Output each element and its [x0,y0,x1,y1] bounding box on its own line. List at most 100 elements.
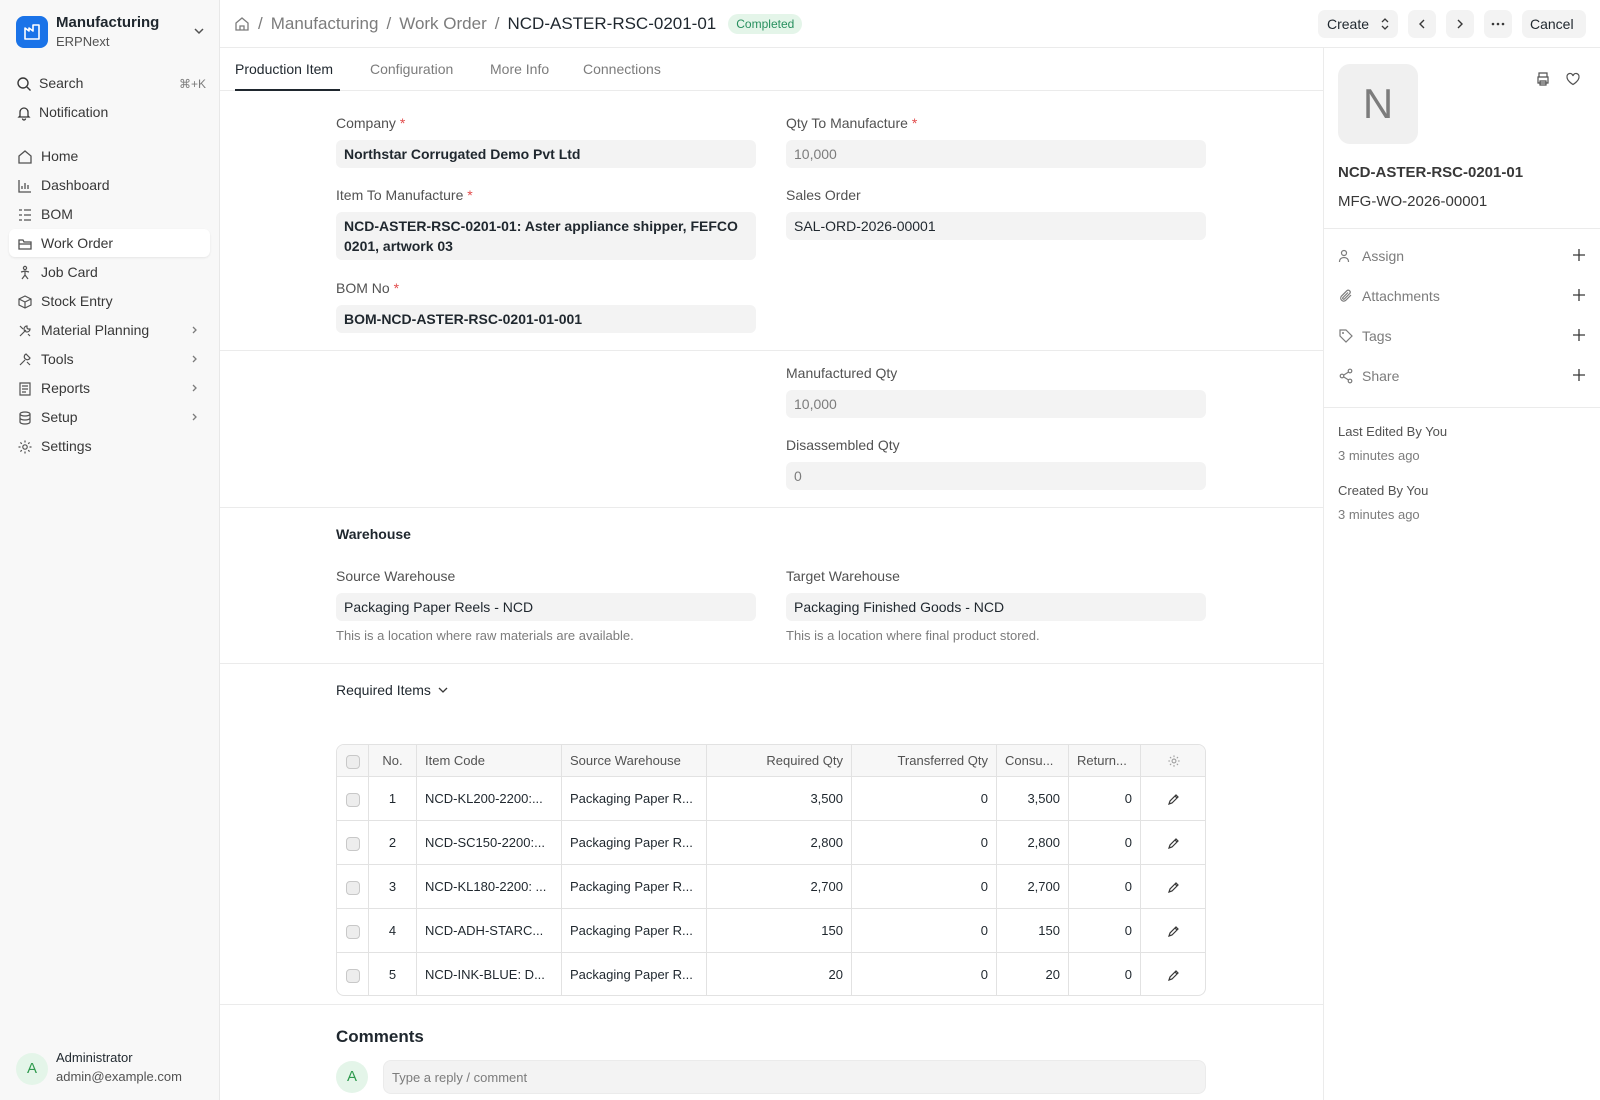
table-row[interactable]: 4 NCD-ADH-STARC... Packaging Paper R... … [337,909,1205,953]
plus-icon[interactable] [1572,248,1586,262]
column-header: Return... [1069,745,1141,776]
notification-button[interactable]: Notification [16,102,206,124]
cancel-button[interactable]: Cancel [1522,10,1586,38]
share-action[interactable]: Share [1338,365,1586,387]
select-all-checkbox[interactable] [337,745,369,776]
page-title: NCD-ASTER-RSC-0201-01 [507,14,717,33]
column-header: Item Code [417,745,562,776]
more-actions-button[interactable] [1484,10,1512,38]
user-menu[interactable]: A Administrator admin@example.com [16,1050,206,1090]
item-code-cell[interactable]: NCD-ADH-STARC... [417,909,562,952]
source-warehouse-cell[interactable]: Packaging Paper R... [562,777,707,820]
consumed-qty-cell: 20 [997,953,1069,995]
source-warehouse-cell[interactable]: Packaging Paper R... [562,909,707,952]
bom-no-field[interactable]: BOM-NCD-ASTER-RSC-0201-01-001 [336,305,756,333]
sidebar-item-setup[interactable]: Setup [9,403,210,431]
attachments-action[interactable]: Attachments [1338,285,1586,307]
heart-icon[interactable] [1565,71,1581,87]
table-row[interactable]: 1 NCD-KL200-2200:... Packaging Paper R..… [337,777,1205,821]
sidebar-item-material-planning[interactable]: Material Planning [9,316,210,344]
target-warehouse-field[interactable]: Packaging Finished Goods - NCD [786,593,1206,621]
plus-icon[interactable] [1572,368,1586,382]
breadcrumb-work-order[interactable]: Work Order [399,14,487,34]
source-warehouse-field[interactable]: Packaging Paper Reels - NCD [336,593,756,621]
source-warehouse-cell[interactable]: Packaging Paper R... [562,953,707,995]
pencil-icon [1168,837,1179,849]
transferred-qty-cell: 0 [852,953,997,995]
company-label: Company * [336,115,406,131]
target-warehouse-label: Target Warehouse [786,568,900,584]
tab-more-info[interactable]: More Info [490,61,549,77]
breadcrumb-manufacturing[interactable]: Manufacturing [271,14,379,34]
edit-row-button[interactable] [1141,953,1205,995]
sidebar-item-settings[interactable]: Settings [9,432,210,460]
sales-order-field[interactable]: SAL-ORD-2026-00001 [786,212,1206,240]
tab-configuration[interactable]: Configuration [370,61,453,77]
document-name: MFG-WO-2026-00001 [1338,193,1488,210]
breadcrumb-separator: / [494,14,500,33]
source-warehouse-cell[interactable]: Packaging Paper R... [562,865,707,908]
table-row[interactable]: 2 NCD-SC150-2200:... Packaging Paper R..… [337,821,1205,865]
required-qty-cell[interactable]: 150 [707,909,852,952]
company-field[interactable]: Northstar Corrugated Demo Pvt Ltd [336,140,756,168]
sidebar-item-label: Stock Entry [41,293,113,309]
sidebar-item-job-card[interactable]: Job Card [9,258,210,286]
tags-action[interactable]: Tags [1338,325,1586,347]
document-avatar: N [1338,64,1418,144]
row-checkbox[interactable] [337,909,369,952]
source-warehouse-cell[interactable]: Packaging Paper R... [562,821,707,864]
edit-row-button[interactable] [1141,865,1205,908]
comment-input[interactable]: Type a reply / comment [383,1060,1206,1094]
column-settings-button[interactable] [1141,745,1205,776]
app-subtitle: ERPNext [56,34,110,49]
home-icon[interactable] [234,16,250,32]
plus-icon[interactable] [1572,288,1586,302]
item-code-cell[interactable]: NCD-KL180-2200: ... [417,865,562,908]
search-label: Search [39,75,84,91]
create-button[interactable]: Create [1318,10,1398,38]
column-header: Required Qty [707,745,852,776]
item-code-cell[interactable]: NCD-SC150-2200:... [417,821,562,864]
tab-production-item[interactable]: Production Item [235,61,333,77]
table-row[interactable]: 5 NCD-INK-BLUE: D... Packaging Paper R..… [337,953,1205,995]
search-button[interactable]: Search ⌘+K [16,73,206,95]
row-checkbox[interactable] [337,865,369,908]
required-items-toggle[interactable]: Required Items [336,682,449,698]
edit-row-button[interactable] [1141,909,1205,952]
assign-action[interactable]: Assign [1338,245,1586,267]
sidebar-item-stock-entry[interactable]: Stock Entry [9,287,210,315]
plus-icon[interactable] [1572,328,1586,342]
tab-bar: Production Item Configuration More Info … [220,48,1323,91]
sidebar-item-home[interactable]: Home [9,142,210,170]
required-qty-cell[interactable]: 20 [707,953,852,995]
sidebar-item-dashboard[interactable]: Dashboard [9,171,210,199]
sidebar-item-bom[interactable]: BOM [9,200,210,228]
folder-icon [18,239,32,250]
pencil-icon [1168,970,1179,981]
consumed-qty-cell: 150 [997,909,1069,952]
item-code-cell[interactable]: NCD-INK-BLUE: D... [417,953,562,995]
pencil-icon [1168,793,1179,805]
qty-to-manufacture-field[interactable]: 10,000 [786,140,1206,168]
sidebar-item-label: Work Order [41,235,114,251]
row-checkbox[interactable] [337,821,369,864]
sidebar-item-work-order[interactable]: Work Order [9,229,210,257]
sidebar-item-tools[interactable]: Tools [9,345,210,373]
next-button[interactable] [1446,10,1474,38]
print-icon[interactable] [1535,71,1551,87]
item-code-cell[interactable]: NCD-KL200-2200:... [417,777,562,820]
previous-button[interactable] [1408,10,1436,38]
edit-row-button[interactable] [1141,777,1205,820]
edit-row-button[interactable] [1141,821,1205,864]
row-checkbox[interactable] [337,777,369,820]
tab-connections[interactable]: Connections [583,61,661,77]
required-qty-cell[interactable]: 2,700 [707,865,852,908]
required-qty-cell[interactable]: 3,500 [707,777,852,820]
app-switcher[interactable]: Manufacturing ERPNext [16,14,206,50]
required-qty-cell[interactable]: 2,800 [707,821,852,864]
sidebar-item-reports[interactable]: Reports [9,374,210,402]
breadcrumb-separator: / [386,14,392,33]
table-row[interactable]: 3 NCD-KL180-2200: ... Packaging Paper R.… [337,865,1205,909]
row-checkbox[interactable] [337,953,369,995]
item-to-manufacture-field[interactable]: NCD-ASTER-RSC-0201-01: Aster appliance s… [336,212,756,260]
